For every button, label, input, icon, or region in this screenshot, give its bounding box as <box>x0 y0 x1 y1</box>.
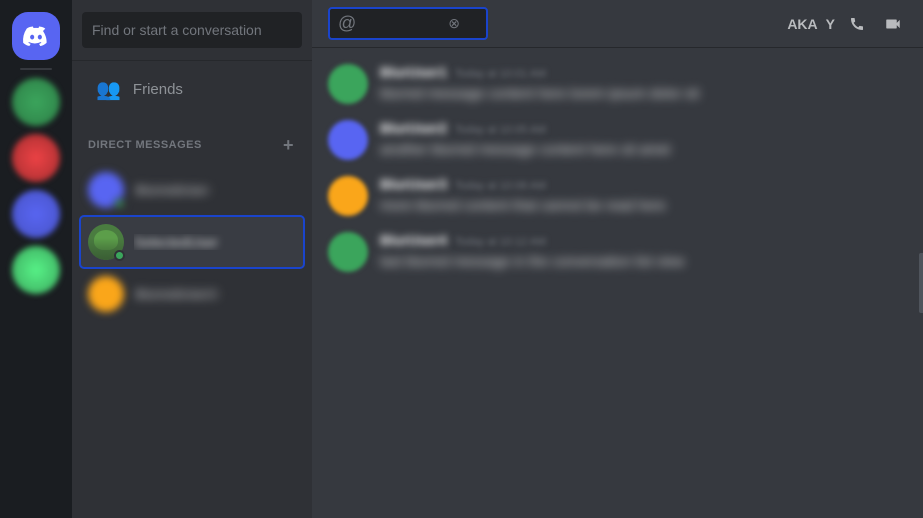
sidebar-nav: 👥 Friends <box>72 61 312 118</box>
message-row-2: BlurUser2 Today at 10:05 AM another blur… <box>328 120 907 160</box>
dm-item-3[interactable]: BlurredUser3 <box>80 268 304 320</box>
msg-header-1: BlurUser1 Today at 10:01 AM <box>380 64 907 80</box>
header-y-label: Y <box>826 16 835 32</box>
dm-sidebar: 👥 Friends DIRECT MESSAGES + BlurredUser <box>72 0 312 518</box>
status-dot-selected <box>114 250 125 261</box>
message-row-3: BlurUser3 Today at 10:08 AM more blurred… <box>328 176 907 216</box>
search-input[interactable] <box>82 12 302 48</box>
msg-text-2: another blurred message content here sit… <box>380 140 907 160</box>
friends-icon: 👥 <box>96 77 121 102</box>
dm-name-1: BlurredUser <box>134 182 296 198</box>
dm-info-1: BlurredUser <box>134 182 296 198</box>
msg-timestamp-4: Today at 10:12 AM <box>455 236 546 248</box>
msg-header-3: BlurUser3 Today at 10:08 AM <box>380 176 907 192</box>
server-icon-4[interactable] <box>12 246 60 294</box>
msg-avatar-4 <box>328 232 368 272</box>
msg-username-3: BlurUser3 <box>380 176 447 192</box>
scroll-indicator <box>919 253 923 313</box>
video-button[interactable] <box>879 10 907 38</box>
dm-name-selected: SelectedUser <box>134 234 296 250</box>
msg-content-2: BlurUser2 Today at 10:05 AM another blur… <box>380 120 907 160</box>
msg-header-2: BlurUser2 Today at 10:05 AM <box>380 120 907 136</box>
msg-content-4: BlurUser4 Today at 10:12 AM last blurred… <box>380 232 907 272</box>
add-dm-button[interactable]: + <box>281 134 296 156</box>
msg-text-3: more blurred content that cannot be read… <box>380 196 907 216</box>
dm-item-selected[interactable]: SelectedUser <box>80 216 304 268</box>
dm-avatar-3 <box>88 276 124 312</box>
message-row-4: BlurUser4 Today at 10:12 AM last blurred… <box>328 232 907 272</box>
msg-avatar-1 <box>328 64 368 104</box>
search-bar-container <box>72 0 312 61</box>
main-content: @ ⊗ AKA Y BlurUser1 Today <box>312 0 923 518</box>
channel-header: @ ⊗ AKA Y <box>312 0 923 48</box>
dm-info-3: BlurredUser3 <box>134 286 296 302</box>
at-search-input[interactable] <box>362 16 442 31</box>
dm-item-1[interactable]: BlurredUser <box>80 164 304 216</box>
server-icon-3[interactable] <box>12 190 60 238</box>
at-input-wrapper: @ ⊗ <box>328 7 488 40</box>
msg-username-2: BlurUser2 <box>380 120 447 136</box>
home-button[interactable] <box>12 12 60 60</box>
msg-username-4: BlurUser4 <box>380 232 447 248</box>
dm-avatar-selected <box>88 224 124 260</box>
msg-username-1: BlurUser1 <box>380 64 447 80</box>
message-row-1: BlurUser1 Today at 10:01 AM blurred mess… <box>328 64 907 104</box>
server-icon-1[interactable] <box>12 78 60 126</box>
msg-timestamp-1: Today at 10:01 AM <box>455 68 546 80</box>
phone-icon <box>849 16 865 32</box>
dm-list: BlurredUser SelectedUser Blur <box>72 160 312 518</box>
msg-avatar-3 <box>328 176 368 216</box>
messages-area[interactable]: BlurUser1 Today at 10:01 AM blurred mess… <box>312 48 923 518</box>
msg-timestamp-2: Today at 10:05 AM <box>455 124 546 136</box>
dm-section-header: DIRECT MESSAGES + <box>72 118 312 160</box>
friends-label: Friends <box>133 81 183 98</box>
msg-content-3: BlurUser3 Today at 10:08 AM more blurred… <box>380 176 907 216</box>
video-icon <box>884 15 902 33</box>
status-dot-1 <box>114 198 125 209</box>
msg-text-1: blurred message content here lorem ipsum… <box>380 84 907 104</box>
msg-content-1: BlurUser1 Today at 10:01 AM blurred mess… <box>380 64 907 104</box>
msg-timestamp-3: Today at 10:08 AM <box>455 180 546 192</box>
server-divider <box>20 68 52 70</box>
friends-nav-item[interactable]: 👥 Friends <box>80 69 304 110</box>
msg-header-4: BlurUser4 Today at 10:12 AM <box>380 232 907 248</box>
dm-info-selected: SelectedUser <box>134 234 296 250</box>
dm-avatar-1 <box>88 172 124 208</box>
dm-section-title: DIRECT MESSAGES <box>88 139 202 151</box>
at-icon: @ <box>338 13 356 34</box>
msg-avatar-2 <box>328 120 368 160</box>
search-clear-button[interactable]: ⊗ <box>448 15 460 32</box>
server-icon-2[interactable] <box>12 134 60 182</box>
server-rail <box>0 0 72 518</box>
msg-text-4: last blurred message in the conversation… <box>380 252 907 272</box>
header-aka-label: AKA <box>787 16 817 32</box>
dm-name-3: BlurredUser3 <box>134 286 296 302</box>
call-button[interactable] <box>843 10 871 38</box>
